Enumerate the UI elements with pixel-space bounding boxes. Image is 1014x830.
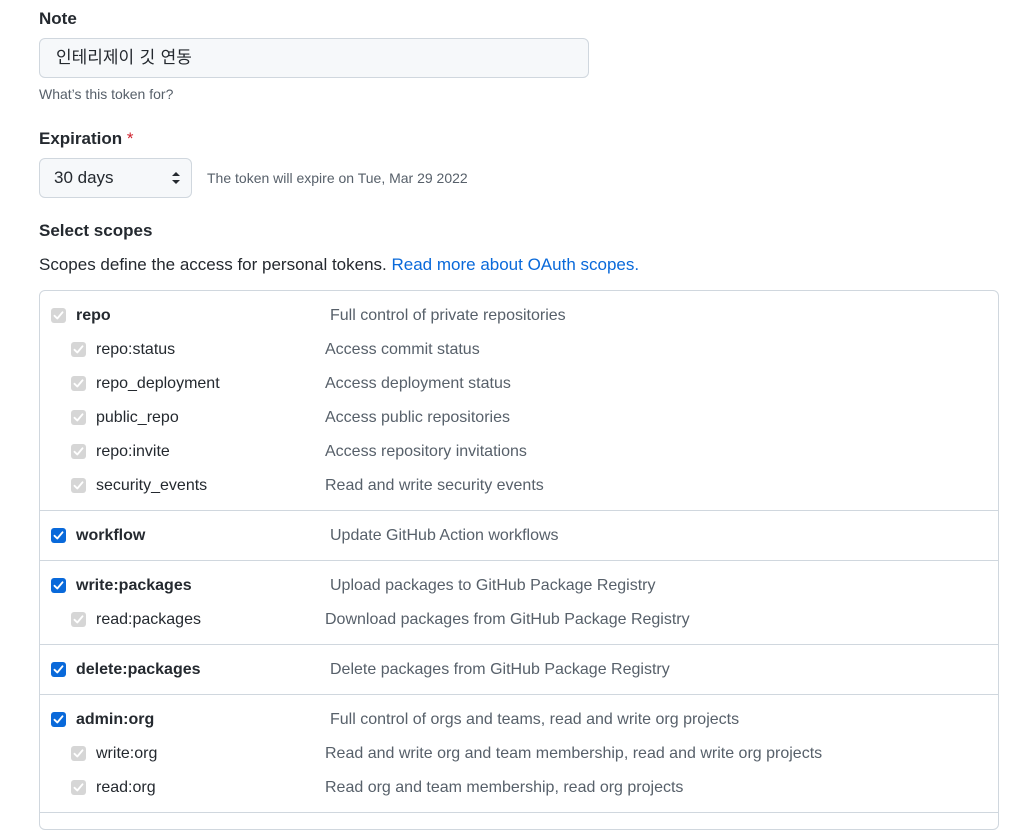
checkmark-icon	[73, 481, 84, 490]
checkmark-icon	[73, 447, 84, 456]
scope-row: admin:org Full control of orgs and teams,…	[40, 708, 998, 732]
subscope-description: Access commit status	[325, 341, 480, 358]
subscope-row: write:org Read and write org and team mem…	[40, 742, 998, 766]
expiration-selected-value: 30 days	[54, 168, 114, 187]
subscope-checkbox	[71, 342, 86, 357]
scopes-description: Scopes define the access for personal to…	[39, 255, 639, 275]
expiration-label: Expiration *	[39, 129, 133, 149]
scope-group-repo: repo Full control of private repositories…	[40, 291, 998, 511]
subscope-description: Read and write security events	[325, 477, 544, 494]
required-mark: *	[126, 129, 134, 148]
select-caret-icon	[172, 172, 180, 184]
subscope-row: repo:status Access commit status	[40, 338, 998, 362]
scope-description: Delete packages from GitHub Package Regi…	[330, 661, 670, 678]
scope-row: delete:packages Delete packages from GitH…	[40, 658, 998, 682]
checkmark-icon	[53, 581, 64, 590]
scope-name: workflow	[76, 527, 146, 544]
subscope-checkbox	[71, 478, 86, 493]
scope-checkbox[interactable]	[51, 528, 66, 543]
scope-group-write-packages: write:packages Upload packages to GitHub …	[40, 561, 998, 645]
expiration-label-text: Expiration	[39, 129, 123, 148]
subscope-description: Download packages from GitHub Package Re…	[325, 611, 690, 628]
checkmark-icon	[53, 665, 64, 674]
subscope-description: Access deployment status	[325, 375, 511, 392]
checkmark-icon	[53, 311, 64, 320]
subscope-checkbox	[71, 444, 86, 459]
subscope-name: security_events	[96, 477, 208, 494]
expiration-message: The token will expire on Tue, Mar 29 202…	[207, 170, 468, 186]
subscope-row: repo_deployment Access deployment status	[40, 372, 998, 396]
scopes-description-text: Scopes define the access for personal to…	[39, 255, 387, 274]
subscope-checkbox	[71, 410, 86, 425]
scope-row: workflow Update GitHub Action workflows	[40, 524, 998, 548]
checkmark-icon	[73, 413, 84, 422]
subscope-row: read:org Read org and team membership, re…	[40, 776, 998, 800]
note-input[interactable]: 인테리제이 깃 연동	[39, 38, 589, 78]
subscope-name: repo_deployment	[96, 375, 220, 392]
scope-group-delete-packages: delete:packages Delete packages from GitH…	[40, 645, 998, 695]
scope-checkbox[interactable]	[51, 662, 66, 677]
subscope-checkbox	[71, 376, 86, 391]
subscope-row: public_repo Access public repositories	[40, 406, 998, 430]
scope-name: repo	[76, 307, 111, 324]
subscope-description: Read and write org and team membership, …	[325, 745, 823, 762]
checkmark-icon	[73, 749, 84, 758]
note-label: Note	[39, 9, 77, 28]
subscope-checkbox	[71, 780, 86, 795]
note-hint: What’s this token for?	[39, 86, 174, 102]
scope-description: Upload packages to GitHub Package Regist…	[330, 577, 656, 594]
checkmark-icon	[73, 615, 84, 624]
oauth-scopes-link[interactable]: Read more about OAuth scopes.	[392, 255, 640, 274]
expiration-select[interactable]: 30 days	[39, 158, 192, 198]
scope-group-workflow: workflow Update GitHub Action workflows	[40, 511, 998, 561]
subscope-row: read:packages Download packages from GitH…	[40, 608, 998, 632]
scope-checkbox[interactable]	[51, 712, 66, 727]
checkmark-icon	[73, 783, 84, 792]
scope-name: delete:packages	[76, 661, 201, 678]
scopes-heading: Select scopes	[39, 221, 153, 240]
checkmark-icon	[73, 379, 84, 388]
subscope-name: read:packages	[96, 611, 201, 628]
scope-description: Full control of private repositories	[330, 307, 566, 324]
subscope-name: read:org	[96, 779, 156, 796]
subscope-description: Read org and team membership, read org p…	[325, 779, 684, 796]
checkmark-icon	[73, 345, 84, 354]
checkmark-icon	[53, 531, 64, 540]
scope-description: Full control of orgs and teams, read and…	[330, 711, 740, 728]
subscope-name: repo:invite	[96, 443, 170, 460]
scope-description: Update GitHub Action workflows	[330, 527, 559, 544]
checkmark-icon	[53, 715, 64, 724]
subscope-name: repo:status	[96, 341, 176, 358]
scope-row: write:packages Upload packages to GitHub …	[40, 574, 998, 598]
subscope-description: Access repository invitations	[325, 443, 527, 460]
subscope-name: write:org	[96, 745, 158, 762]
scope-checkbox	[51, 308, 66, 323]
scope-name: admin:org	[76, 711, 155, 728]
scope-name: write:packages	[76, 577, 192, 594]
subscope-checkbox	[71, 746, 86, 761]
subscope-row: security_events Read and write security e…	[40, 474, 998, 498]
scope-row: repo Full control of private repositories	[40, 304, 998, 328]
scope-checkbox[interactable]	[51, 578, 66, 593]
subscope-name: public_repo	[96, 409, 179, 426]
scope-group-admin-org: admin:org Full control of orgs and teams,…	[40, 695, 998, 813]
scopes-list: repo Full control of private repositories…	[39, 290, 999, 830]
subscope-description: Access public repositories	[325, 409, 510, 426]
subscope-row: repo:invite Access repository invitations	[40, 440, 998, 464]
subscope-checkbox	[71, 612, 86, 627]
